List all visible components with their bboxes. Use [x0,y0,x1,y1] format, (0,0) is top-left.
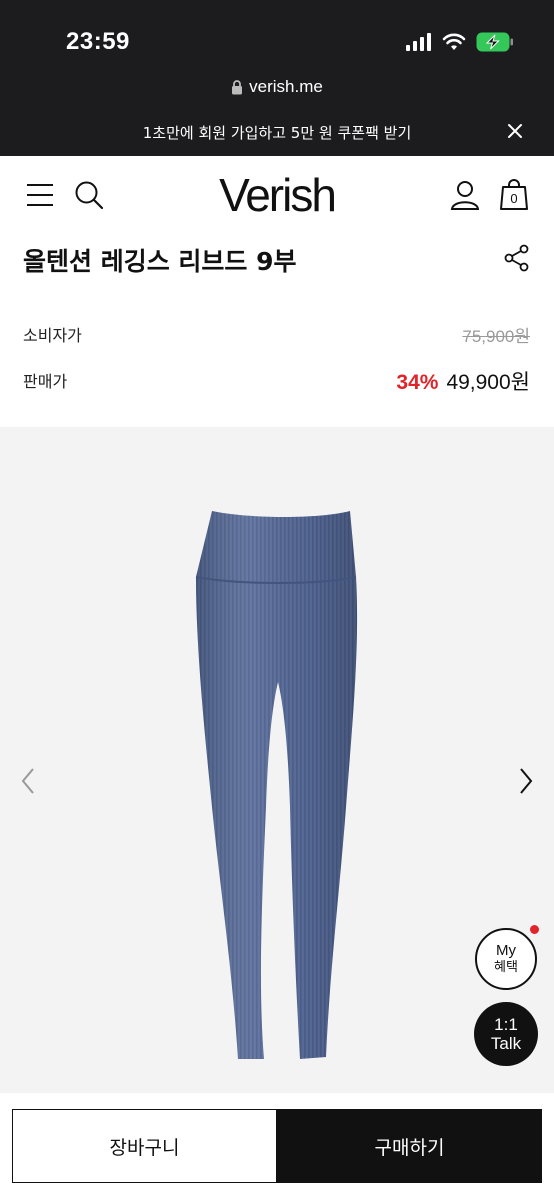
share-icon[interactable] [504,244,530,272]
buy-now-button[interactable]: 구매하기 [277,1109,542,1183]
discount-rate: 34% [396,371,439,394]
product-image [195,511,358,1059]
chevron-right-icon[interactable] [516,767,536,795]
talk-button[interactable]: 1:1 Talk [474,1002,538,1066]
browser-chrome: 23:59 verish.me 1초만에 회원 가입하고 5만 원 쿠폰팩 받기 [0,0,554,156]
bottom-action-bar: 장바구니 구매하기 [0,1093,554,1200]
talk-line2: Talk [490,1034,522,1053]
site-header: Verish 0 [0,156,554,236]
close-icon[interactable] [504,120,526,142]
consumer-price: 75,900원 [462,327,530,346]
add-to-cart-button[interactable]: 장바구니 [12,1109,277,1183]
lock-icon [232,79,243,94]
consumer-price-label: 소비자가 [23,326,82,345]
product-gallery[interactable] [0,427,554,1093]
status-time: 23:59 [66,28,130,55]
my-benefit-line1: My [496,942,516,959]
notification-dot [530,925,539,934]
sale-price-row: 34% 49,900원 [396,366,530,396]
talk-line1: 1:1 [494,1015,518,1034]
my-benefit-line2: 혜택 [494,960,518,975]
promo-text: 1초만에 회원 가입하고 5만 원 쿠폰팩 받기 [142,123,412,142]
product-title: 올텐션 레깅스 리브드 9부 [23,247,297,276]
user-icon[interactable] [450,180,480,210]
status-icons [406,30,514,54]
chevron-left-icon[interactable] [18,767,38,795]
battery-icon [476,32,513,52]
sale-price: 49,900원 [446,371,530,394]
my-benefit-button[interactable]: My 혜택 [475,928,537,990]
cart-count: 0 [510,191,518,206]
promo-banner[interactable]: 1초만에 회원 가입하고 5만 원 쿠폰팩 받기 [0,110,554,154]
url-text: verish.me [249,77,323,96]
url-bar[interactable]: verish.me [0,74,554,100]
sale-price-label: 판매가 [23,372,68,391]
wifi-icon [442,33,466,50]
signal-icon [406,33,431,51]
